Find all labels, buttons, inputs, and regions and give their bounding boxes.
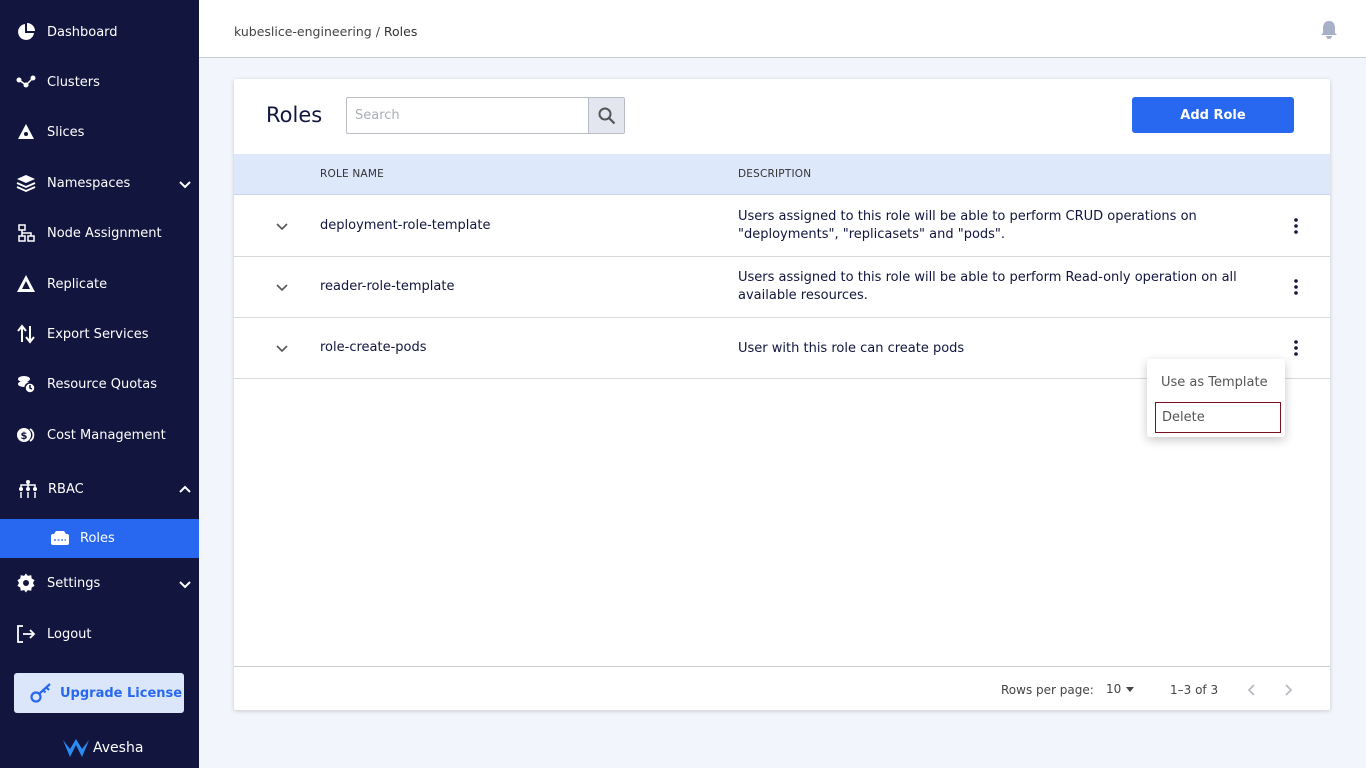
brand-name: Avesha — [93, 740, 144, 756]
row-actions-menu: Use as Template Delete — [1147, 359, 1285, 437]
search-icon — [598, 107, 615, 124]
upgrade-license-label: Upgrade License — [60, 685, 183, 701]
rows-per-page-label: Rows per page: — [1001, 683, 1094, 697]
expand-chevron-icon[interactable] — [274, 279, 290, 295]
key-icon — [30, 682, 54, 704]
sidebar-item-label: Namespaces — [47, 175, 131, 191]
breadcrumb: kubeslice-engineering / Roles — [234, 24, 417, 39]
column-header-role-name: ROLE NAME — [320, 168, 384, 180]
expand-chevron-icon[interactable] — [274, 218, 290, 234]
sidebar-item-slices[interactable]: Slices — [0, 114, 199, 150]
breadcrumb-current: Roles — [383, 24, 418, 39]
rows-per-page-value: 10 — [1106, 682, 1122, 696]
sidebar-item-logout[interactable]: Logout — [0, 616, 199, 652]
table-footer-divider — [234, 666, 1330, 667]
menu-item-delete[interactable]: Delete — [1155, 402, 1281, 433]
sidebar-item-settings[interactable]: Settings — [0, 565, 199, 601]
role-name: deployment-role-template — [320, 218, 491, 233]
pagination-range: 1–3 of 3 — [1170, 683, 1219, 697]
rbac-icon — [18, 479, 38, 499]
menu-item-use-as-template[interactable]: Use as Template — [1155, 367, 1281, 398]
chevron-down-icon — [178, 576, 192, 590]
role-name: reader-role-template — [320, 279, 455, 294]
more-options-icon[interactable] — [1286, 216, 1306, 236]
sidebar-item-label: Dashboard — [47, 24, 118, 40]
page-title: Roles — [266, 103, 323, 127]
breadcrumb-parent[interactable]: kubeslice-engineering — [234, 24, 372, 39]
role-name: role-create-pods — [320, 340, 427, 355]
sidebar-item-clusters[interactable]: Clusters — [0, 64, 199, 100]
notification-bell-icon[interactable] — [1319, 20, 1339, 40]
sidebar: Dashboard Clusters Slices Namespaces Nod… — [0, 0, 199, 768]
chevron-right-icon — [1285, 684, 1293, 696]
expand-chevron-icon[interactable] — [274, 340, 290, 356]
sidebar-item-label: Settings — [47, 575, 101, 591]
cluster-icon — [16, 72, 36, 92]
sidebar-item-label: Slices — [47, 124, 85, 140]
sidebar-item-label: Node Assignment — [47, 225, 162, 241]
rows-per-page-select[interactable]: 10 — [1106, 682, 1140, 700]
previous-page-button[interactable] — [1242, 681, 1262, 699]
role-description: Users assigned to this role will be able… — [738, 270, 1237, 303]
add-role-button[interactable]: Add Role — [1132, 97, 1294, 133]
roles-icon — [50, 529, 70, 549]
more-options-icon[interactable] — [1286, 338, 1306, 358]
sidebar-item-label: Clusters — [47, 74, 100, 90]
sidebar-item-namespaces[interactable]: Namespaces — [0, 165, 199, 201]
chevron-down-icon — [178, 176, 192, 190]
resource-quotas-icon — [16, 374, 36, 394]
search-input[interactable] — [347, 98, 589, 133]
svg-text:$: $ — [21, 431, 28, 442]
caret-down-icon — [1126, 687, 1134, 692]
sidebar-item-export-services[interactable]: Export Services — [0, 316, 199, 352]
logout-icon — [16, 624, 36, 644]
chevron-up-icon — [178, 482, 192, 496]
sidebar-item-rbac[interactable]: RBAC — [0, 471, 199, 507]
table-row: reader-role-template Users assigned to t… — [234, 257, 1330, 318]
top-header: kubeslice-engineering / Roles — [199, 0, 1366, 58]
gear-icon — [16, 573, 36, 593]
sidebar-item-node-assignment[interactable]: Node Assignment — [0, 215, 199, 251]
sidebar-item-label: Export Services — [47, 326, 149, 342]
pie-chart-icon — [16, 22, 36, 42]
sidebar-item-cost-management[interactable]: $ Cost Management — [0, 417, 199, 453]
role-description: User with this role can create pods — [738, 341, 965, 356]
sidebar-item-label: Cost Management — [47, 427, 166, 443]
role-description: Users assigned to this role will be able… — [738, 209, 1197, 242]
brand-logo: Avesha — [62, 736, 143, 760]
export-arrows-icon — [16, 324, 36, 344]
breadcrumb-separator: / — [371, 24, 384, 39]
search-box — [346, 97, 625, 134]
sidebar-item-dashboard[interactable]: Dashboard — [0, 14, 199, 50]
sidebar-item-label: Roles — [80, 531, 115, 546]
sidebar-item-roles[interactable]: Roles — [0, 519, 199, 558]
sidebar-item-label: RBAC — [48, 481, 84, 497]
column-header-description: DESCRIPTION — [738, 168, 812, 180]
table-header: ROLE NAME DESCRIPTION — [234, 154, 1330, 195]
chevron-left-icon — [1247, 684, 1255, 696]
sidebar-item-label: Resource Quotas — [47, 376, 158, 392]
sidebar-item-label: Logout — [47, 626, 92, 642]
replicate-icon — [16, 274, 36, 294]
slices-icon — [16, 122, 36, 142]
table-row: deployment-role-template Users assigned … — [234, 196, 1330, 257]
next-page-button[interactable] — [1278, 681, 1298, 699]
sidebar-item-replicate[interactable]: Replicate — [0, 266, 199, 302]
upgrade-license-button[interactable]: Upgrade License — [14, 673, 184, 713]
search-button[interactable] — [588, 98, 624, 133]
cost-icon: $ — [16, 425, 36, 445]
node-assignment-icon — [16, 223, 36, 243]
sidebar-item-label: Replicate — [47, 276, 108, 292]
sidebar-item-resource-quotas[interactable]: Resource Quotas — [0, 366, 199, 402]
layers-icon — [16, 173, 36, 193]
avesha-logo-icon — [63, 739, 89, 757]
more-options-icon[interactable] — [1286, 277, 1306, 297]
